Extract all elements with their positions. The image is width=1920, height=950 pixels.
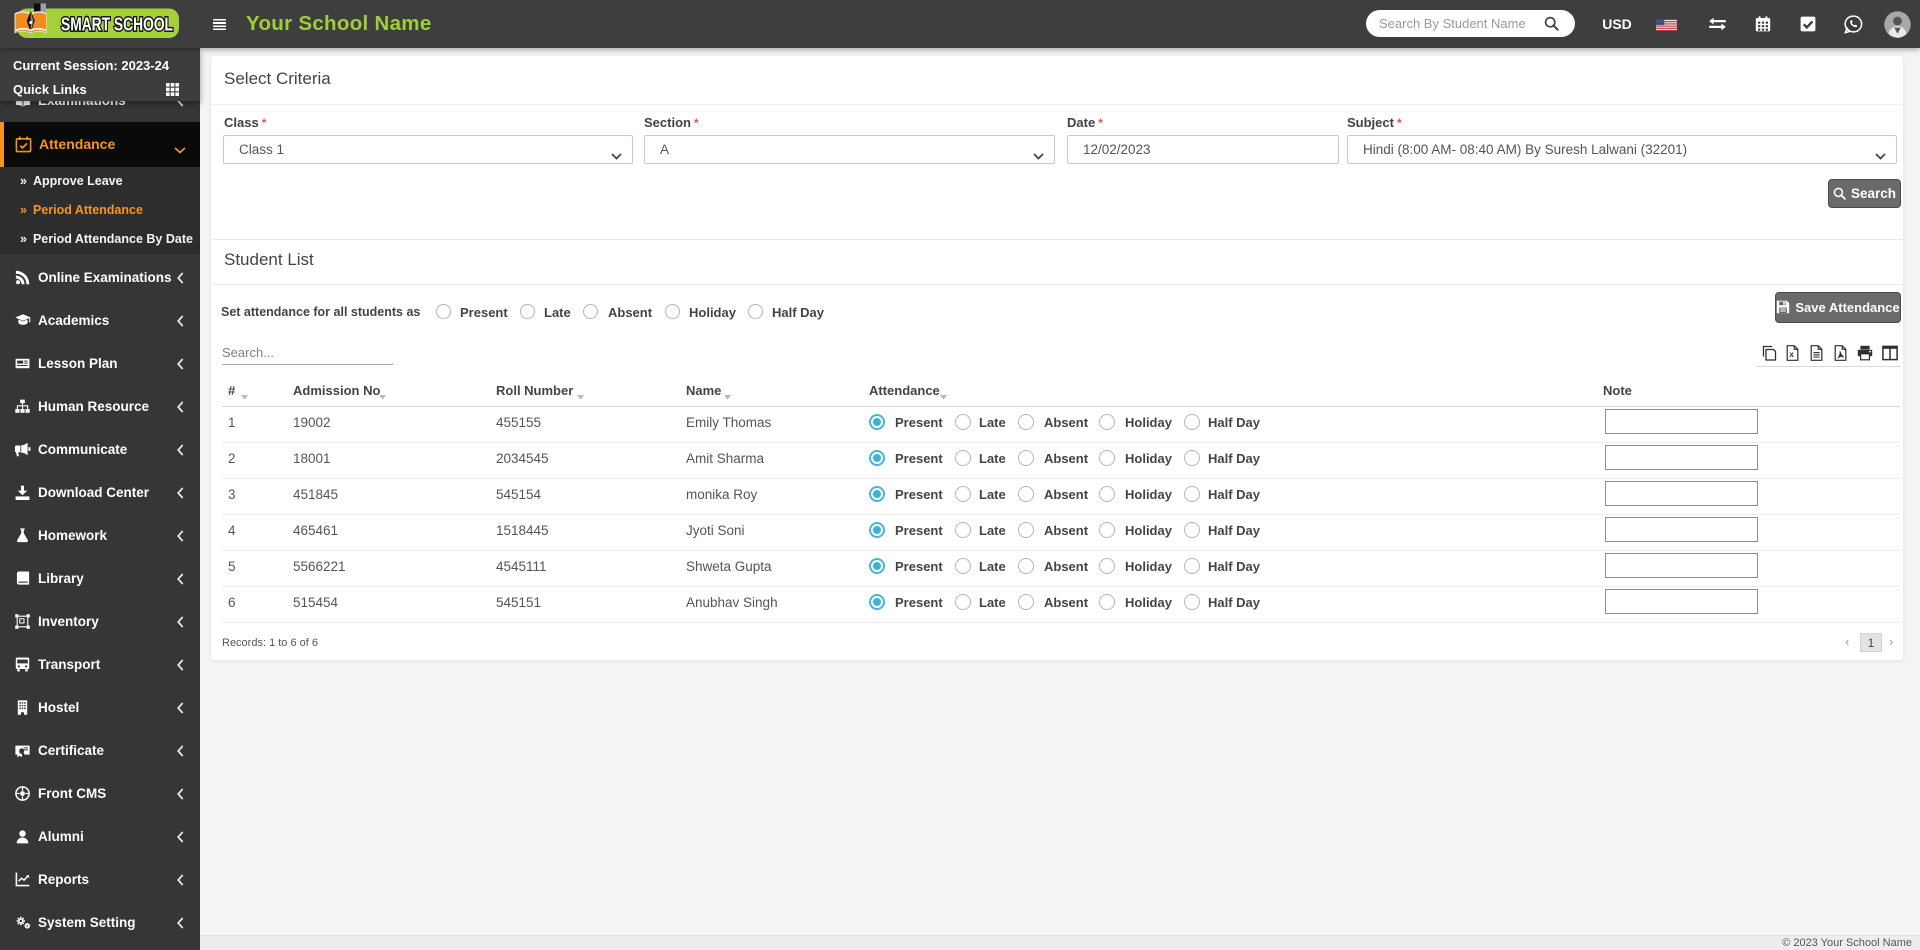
svg-text:SMART SCHOOL: SMART SCHOOL — [61, 14, 173, 35]
svg-text:x: x — [1789, 350, 1794, 359]
